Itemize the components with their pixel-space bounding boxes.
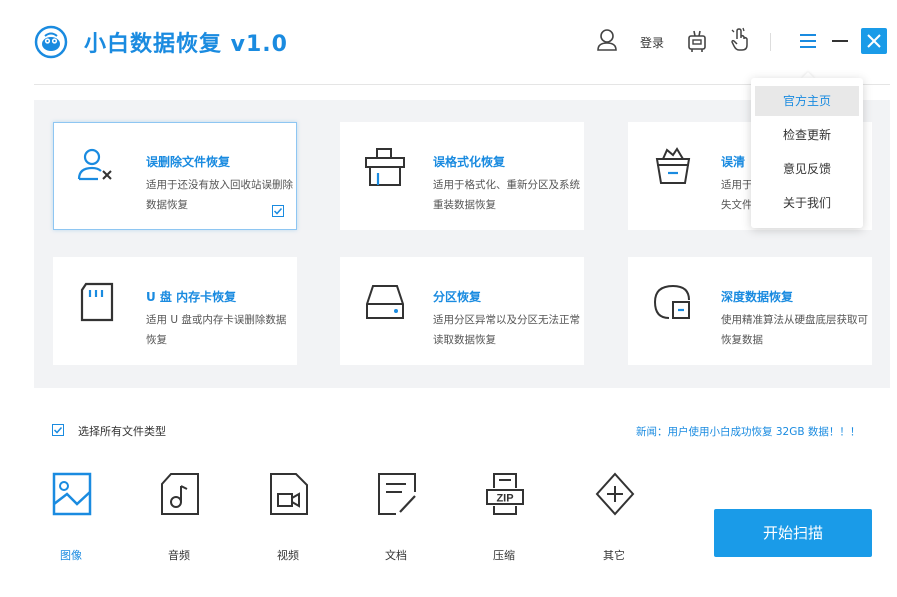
- sd-card-icon: [80, 282, 114, 322]
- file-type-other[interactable]: 其它: [584, 470, 644, 570]
- audio-file-icon: [161, 473, 199, 515]
- document-icon: [378, 473, 416, 515]
- card-description: 适用 U 盘或内存卡误删除数据恢复: [146, 314, 287, 346]
- file-type-audio[interactable]: 音频: [149, 470, 209, 570]
- menu-item-official-site[interactable]: 官方主页: [755, 86, 859, 116]
- file-type-archive[interactable]: ZIP 压缩: [474, 470, 534, 570]
- file-type-video[interactable]: 视频: [258, 470, 318, 570]
- login-link[interactable]: 登录: [640, 34, 664, 51]
- deep-scan-icon: [653, 284, 690, 319]
- hand-pointer-icon[interactable]: [730, 27, 750, 52]
- card-title: 分区恢复: [433, 290, 482, 304]
- card-description: 适用于格式化、重新分区及系统重装数据恢复: [433, 179, 580, 211]
- zip-file-icon: ZIP: [486, 473, 524, 515]
- svg-text:ZIP: ZIP: [496, 493, 513, 505]
- file-type-image[interactable]: 图像: [41, 470, 101, 570]
- news-ticker[interactable]: 新闻：用户使用小白成功恢复 32GB 数据！！！: [636, 424, 860, 439]
- robot-icon[interactable]: [686, 28, 708, 52]
- header-separator: [770, 33, 771, 51]
- app-title: 小白数据恢复 v1.0: [84, 32, 288, 57]
- menu-icon[interactable]: [798, 32, 818, 50]
- card-description: 适用分区异常以及分区无法正常读取数据恢复: [433, 314, 580, 346]
- file-type-label: 音频: [168, 549, 190, 562]
- card-title: U 盘 内存卡恢复: [146, 290, 237, 304]
- checkbox-checked-icon[interactable]: [272, 205, 284, 217]
- start-scan-button[interactable]: 开始扫描: [714, 509, 872, 557]
- file-type-label: 压缩: [493, 549, 515, 562]
- basket-icon: [655, 147, 691, 184]
- minimize-icon[interactable]: [830, 32, 850, 50]
- file-type-label: 其它: [603, 549, 625, 562]
- user-icon[interactable]: [596, 28, 618, 52]
- card-title: 误清: [721, 155, 746, 169]
- file-type-document[interactable]: 文档: [366, 470, 426, 570]
- card-title: 深度数据恢复: [721, 290, 794, 304]
- close-button[interactable]: [861, 28, 887, 54]
- card-title: 误删除文件恢复: [146, 155, 231, 169]
- card-description: 使用精准算法从硬盘底层获取可恢复数据: [721, 314, 868, 346]
- file-type-label: 图像: [60, 549, 82, 562]
- plus-diamond-icon: [595, 472, 635, 516]
- menu-item-feedback[interactable]: 意见反馈: [755, 154, 859, 184]
- card-title: 误格式化恢复: [433, 155, 506, 169]
- image-icon: [52, 472, 92, 516]
- checkbox-checked-icon[interactable]: [52, 424, 64, 436]
- app-logo-icon: [34, 25, 68, 59]
- card-partition-recovery[interactable]: 分区恢复 适用分区异常以及分区无法正常读取数据恢复: [340, 257, 584, 365]
- format-drive-icon: [365, 148, 405, 186]
- card-format-recovery[interactable]: 误格式化恢复 适用于格式化、重新分区及系统重装数据恢复: [340, 122, 584, 230]
- close-icon: [867, 34, 881, 48]
- card-usb-memory-card-recovery[interactable]: U 盘 内存卡恢复 适用 U 盘或内存卡误删除数据恢复: [53, 257, 297, 365]
- file-type-label: 文档: [385, 549, 407, 562]
- title-bar: 小白数据恢复 v1.0 登录: [0, 0, 897, 80]
- menu-item-about-us[interactable]: 关于我们: [755, 188, 859, 218]
- select-all-label: 选择所有文件类型: [78, 425, 166, 438]
- menu-item-check-update[interactable]: 检查更新: [755, 120, 859, 150]
- user-delete-icon: [77, 148, 112, 181]
- card-deep-data-recovery[interactable]: 深度数据恢复 使用精准算法从硬盘底层获取可恢复数据: [628, 257, 872, 365]
- card-deleted-file-recovery[interactable]: 误删除文件恢复 适用于还没有放入回收站误删除数据恢复: [53, 122, 297, 230]
- video-file-icon: [270, 473, 308, 515]
- file-type-label: 视频: [277, 549, 299, 562]
- hard-drive-icon: [366, 285, 404, 319]
- dropdown-menu: 官方主页 检查更新 意见反馈 关于我们: [751, 78, 863, 228]
